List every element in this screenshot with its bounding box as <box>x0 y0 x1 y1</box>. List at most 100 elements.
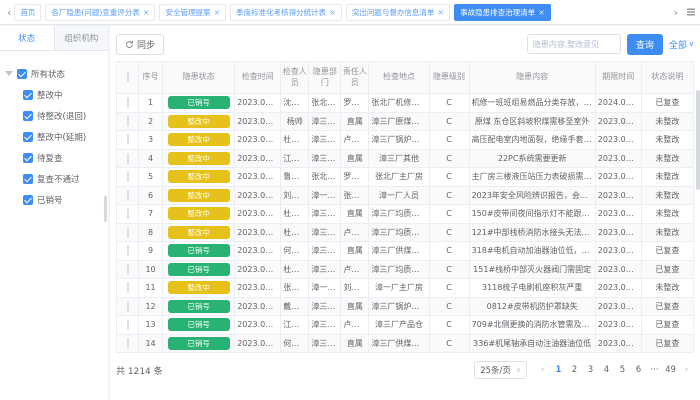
cell-check-date: 2023.05.25 <box>235 242 281 261</box>
checkbox-checked-icon[interactable] <box>23 153 33 163</box>
column-header-2: 检查时间 <box>235 62 281 94</box>
status-badge[interactable]: 整改中 <box>168 189 230 202</box>
close-icon[interactable]: × <box>437 8 444 17</box>
cell-state: 已复查 <box>641 334 693 353</box>
column-header-6: 检查地点 <box>369 62 429 94</box>
tab-2[interactable]: 安全管理提案× <box>159 4 226 21</box>
page-size-select[interactable]: 25条/页 ∨ <box>474 361 527 379</box>
expand-all-link[interactable]: 全部 ∨ <box>669 38 694 51</box>
cell-department: 张北热电厂 <box>309 168 341 187</box>
status-badge[interactable]: 已销号 <box>168 263 230 276</box>
page-number-49[interactable]: 49 <box>663 363 678 377</box>
tab-3[interactable]: 季度标准化考核得分统计表× <box>230 4 342 21</box>
row-checkbox[interactable] <box>127 134 129 145</box>
page-number-4[interactable]: 4 <box>599 363 614 377</box>
cell-select <box>117 131 139 150</box>
table-row: 7整改中2023.05.25杜国海漳三热电厂直属漳三厂均质化系统C150#皮带间… <box>117 205 694 224</box>
status-badge[interactable]: 整改中 <box>168 170 230 183</box>
status-badge[interactable]: 整改中 <box>168 226 230 239</box>
cell-location: 漳三厂其他 <box>369 149 429 168</box>
cell-inspector: 杨帅 <box>281 112 309 131</box>
tab-1[interactable]: 各厂隐患(问题)查重评分表× <box>45 4 155 21</box>
row-checkbox[interactable] <box>127 190 129 201</box>
search-input[interactable] <box>527 34 621 54</box>
next-page-button[interactable]: › <box>679 363 694 377</box>
row-checkbox[interactable] <box>127 227 129 238</box>
tree-item-5[interactable]: 已销号 <box>5 189 103 210</box>
row-checkbox[interactable] <box>127 116 129 127</box>
sidebar-scrollbar[interactable] <box>104 196 107 222</box>
tab-label: 突出问题与督办信息清单 <box>352 7 435 18</box>
sync-button[interactable]: 同步 <box>116 34 164 55</box>
row-checkbox[interactable] <box>127 338 129 349</box>
row-checkbox[interactable] <box>127 319 129 330</box>
cell-department: 漳三热电厂 <box>309 112 341 131</box>
cell-location: 漳一厂主厂房 <box>369 279 429 298</box>
cell-responsible: 卢建伟 <box>341 260 369 279</box>
tree-root-all-status[interactable]: 所有状态 <box>5 63 103 84</box>
prev-page-button[interactable]: ‹ <box>535 363 550 377</box>
tree-item-1[interactable]: 待整改(退回) <box>5 105 103 126</box>
checkbox-checked-icon[interactable] <box>23 174 33 184</box>
close-icon[interactable]: × <box>538 8 545 17</box>
row-checkbox[interactable] <box>127 282 129 293</box>
status-badge[interactable]: 整改中 <box>168 115 230 128</box>
tab-4[interactable]: 突出问题与督办信息清单× <box>346 4 450 21</box>
checkbox-checked-icon[interactable] <box>23 90 33 100</box>
tab-menu-icon[interactable] <box>686 7 696 17</box>
select-all-checkbox[interactable] <box>127 71 129 82</box>
tab-status[interactable]: 状态 <box>0 26 55 50</box>
status-badge[interactable]: 整改中 <box>168 207 230 220</box>
cell-inspector: 刘亚州 <box>281 186 309 205</box>
row-checkbox[interactable] <box>127 208 129 219</box>
row-checkbox[interactable] <box>127 245 129 256</box>
tree-item-3[interactable]: 待复查 <box>5 147 103 168</box>
status-badge[interactable]: 整改中 <box>168 281 230 294</box>
tree-item-4[interactable]: 复查不通过 <box>5 168 103 189</box>
status-badge[interactable]: 已销号 <box>168 300 230 313</box>
tree-item-0[interactable]: 整改中 <box>5 84 103 105</box>
tree-item-2[interactable]: 整改中(延期) <box>5 126 103 147</box>
caret-down-icon[interactable] <box>5 71 13 76</box>
status-badge[interactable]: 已销号 <box>168 244 230 257</box>
tabs-scroll-left-icon[interactable]: ‹ <box>4 6 14 19</box>
page-ellipsis[interactable]: ··· <box>647 363 662 377</box>
cell-serial: 7 <box>139 205 163 224</box>
row-checkbox[interactable] <box>127 153 129 164</box>
cell-deadline: 2023.05.28 <box>595 260 641 279</box>
tree-root-label: 所有状态 <box>31 68 65 80</box>
table-scrollbar[interactable] <box>696 90 700 190</box>
page-number-1[interactable]: 1 <box>551 363 566 377</box>
page-number-5[interactable]: 5 <box>615 363 630 377</box>
cell-state: 未整改 <box>641 186 693 205</box>
cell-status: 已销号 <box>163 316 235 335</box>
cell-location: 漳三厂均质化系统 <box>369 205 429 224</box>
checkbox-checked-icon[interactable] <box>23 132 33 142</box>
page-number-2[interactable]: 2 <box>567 363 582 377</box>
page-number-6[interactable]: 6 <box>631 363 646 377</box>
row-checkbox[interactable] <box>127 171 129 182</box>
row-checkbox[interactable] <box>127 264 129 275</box>
search-button[interactable]: 查询 <box>627 34 663 55</box>
status-badge[interactable]: 已销号 <box>168 318 230 331</box>
tab-5[interactable]: 事故隐患排查治理清单× <box>454 4 551 21</box>
row-checkbox[interactable] <box>127 301 129 312</box>
tab-0[interactable]: 首页 <box>14 4 41 21</box>
tabs-scroll-right-icon[interactable]: › <box>671 6 681 19</box>
cell-responsible: 罗剑金 <box>341 94 369 113</box>
status-badge[interactable]: 整改中 <box>168 152 230 165</box>
status-badge[interactable]: 整改中 <box>168 133 230 146</box>
cell-content: 709#北侧更换的消防水管需及时安装完善 <box>469 316 595 335</box>
checkbox-checked-icon[interactable] <box>23 111 33 121</box>
status-badge[interactable]: 已销号 <box>168 96 230 109</box>
close-icon[interactable]: × <box>213 8 220 17</box>
checkbox-checked-icon[interactable] <box>17 69 27 79</box>
tab-organization[interactable]: 组织机构 <box>55 26 109 50</box>
cell-state: 已复查 <box>641 316 693 335</box>
row-checkbox[interactable] <box>127 97 129 108</box>
checkbox-checked-icon[interactable] <box>23 195 33 205</box>
close-icon[interactable]: × <box>329 8 336 17</box>
page-number-3[interactable]: 3 <box>583 363 598 377</box>
close-icon[interactable]: × <box>143 8 150 17</box>
status-badge[interactable]: 已销号 <box>168 337 230 350</box>
